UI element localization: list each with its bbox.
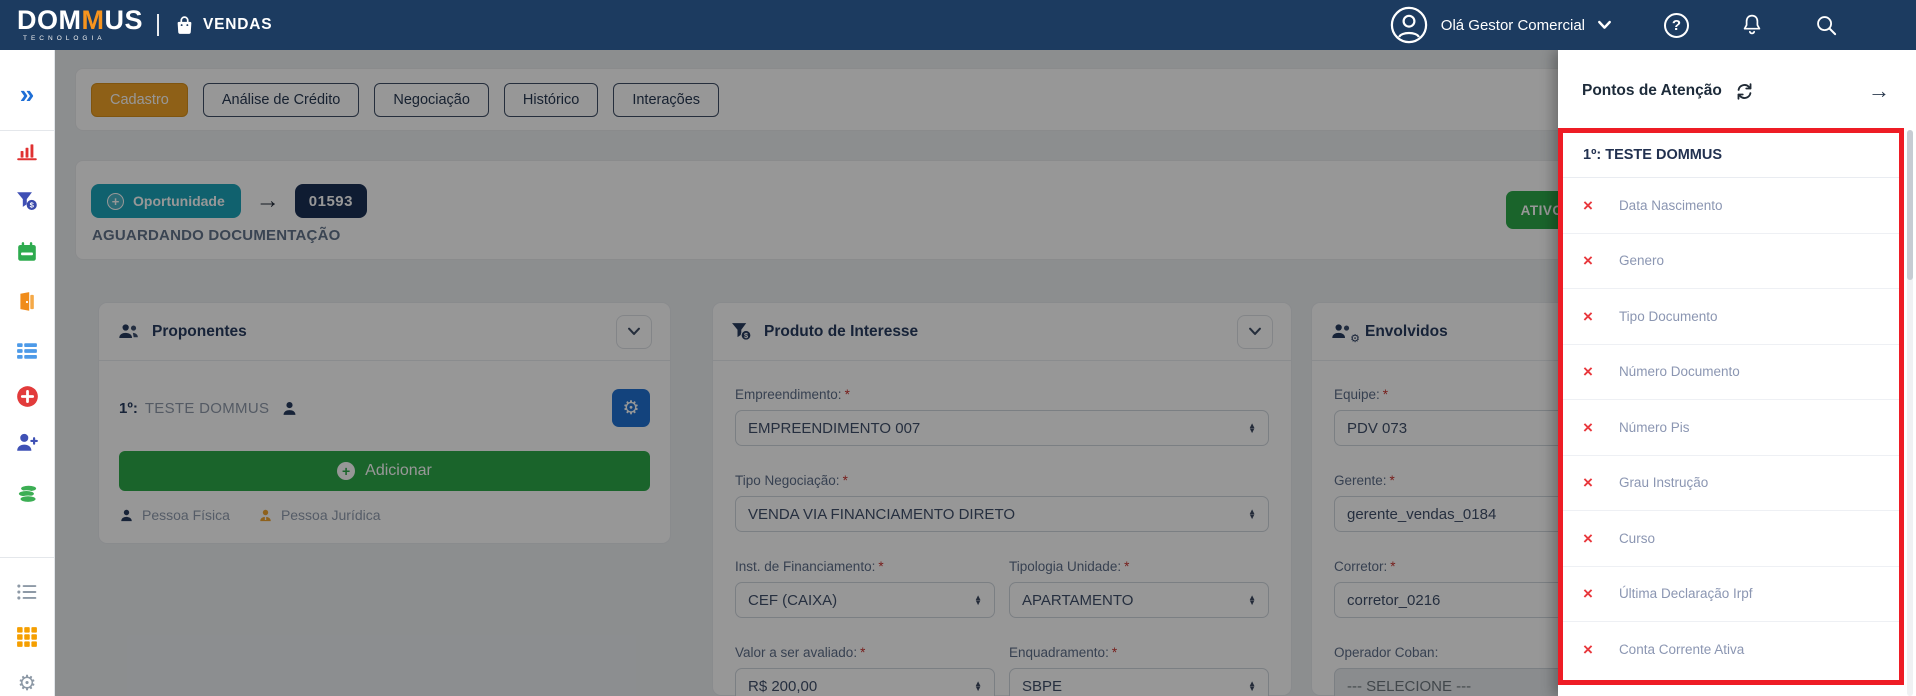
plus-circle-icon [16, 386, 38, 407]
x-mark-icon: × [1583, 640, 1593, 660]
top-navbar: DOMMUS TECNOLOGIA VENDAS Olá Gestor Come… [0, 0, 1916, 50]
sidebar-item-tabela[interactable] [14, 341, 40, 362]
person-add-icon [17, 433, 38, 451]
logo-do: DO [17, 5, 59, 36]
x-mark-icon: × [1583, 251, 1593, 271]
attention-item-grau-instrucao[interactable]: × Grau Instrução [1563, 456, 1899, 511]
sidebar-item-financeiro[interactable] [14, 483, 40, 505]
sidebar-divider [0, 130, 54, 131]
navbar-separator [157, 14, 160, 36]
dommus-logo[interactable]: DOMMUS TECNOLOGIA [17, 7, 143, 43]
backdrop-overlay[interactable] [55, 50, 1558, 696]
sidebar-divider [0, 557, 54, 558]
sidebar-item-funil[interactable]: $ [14, 190, 40, 212]
x-mark-icon: × [1583, 417, 1593, 437]
app-frame: DOMMUS TECNOLOGIA VENDAS Olá Gestor Come… [0, 0, 1916, 696]
x-mark-icon: × [1583, 584, 1593, 604]
bag-icon [175, 15, 194, 35]
attention-panel: Pontos de Atenção → 1º: TESTE DOMMUS × D… [1558, 50, 1916, 696]
grid-icon [17, 627, 37, 647]
sidebar-item-portal[interactable] [14, 291, 40, 313]
attention-item-numero-pis[interactable]: × Número Pis [1563, 400, 1899, 456]
sidebar-item-novo[interactable] [14, 385, 40, 408]
sidebar-item-dashboard[interactable] [14, 140, 40, 162]
table-icon [17, 343, 37, 360]
list-icon [17, 584, 37, 600]
help-icon[interactable]: ? [1664, 12, 1689, 38]
x-mark-icon: × [1583, 528, 1593, 548]
calendar-icon [18, 242, 36, 261]
attention-item-data-nascimento[interactable]: × Data Nascimento [1563, 178, 1899, 234]
app-title-label: VENDAS [203, 16, 273, 33]
chevron-down-icon[interactable] [1597, 19, 1612, 31]
attention-item-ultima-declaracao-irpf[interactable]: × Última Declaração Irpf [1563, 567, 1899, 622]
logo-subtitle: TECNOLOGIA [23, 35, 106, 43]
refresh-icon[interactable] [1735, 82, 1754, 101]
door-icon [20, 292, 34, 311]
attention-item-curso[interactable]: × Curso [1563, 511, 1899, 567]
sidebar-expand-button[interactable]: » [14, 78, 40, 109]
svg-text:$: $ [30, 201, 35, 210]
logo-us: US [104, 5, 144, 36]
left-sidebar: » $ ⚙ [0, 50, 55, 696]
x-mark-icon: × [1583, 362, 1593, 382]
attention-item-genero[interactable]: × Genero [1563, 234, 1899, 289]
avatar[interactable] [1390, 6, 1428, 44]
attention-item-conta-corrente-ativa[interactable]: × Conta Corrente Ativa [1563, 622, 1899, 678]
attention-group-title: 1º: TESTE DOMMUS [1563, 133, 1899, 178]
sidebar-item-lista[interactable] [14, 582, 40, 603]
sidebar-item-novo-cliente[interactable] [14, 431, 40, 453]
logo-m1: M [58, 5, 82, 36]
attention-item-tipo-documento[interactable]: × Tipo Documento [1563, 289, 1899, 345]
sidebar-item-agenda[interactable] [14, 241, 40, 263]
user-greeting[interactable]: Olá Gestor Comercial [1441, 17, 1585, 34]
x-mark-icon: × [1583, 306, 1593, 326]
x-mark-icon: × [1583, 195, 1593, 215]
funnel-dollar-icon: $ [17, 192, 37, 210]
app-title: VENDAS [175, 15, 272, 35]
attention-item-numero-documento[interactable]: × Número Documento [1563, 345, 1899, 400]
attention-panel-header: Pontos de Atenção → [1558, 50, 1916, 102]
logo-text: DOMMUS [17, 7, 143, 34]
logo-m2: M [81, 5, 105, 36]
panel-scrollbar-thumb[interactable] [1907, 130, 1913, 280]
collapse-icon: » [19, 78, 35, 109]
navbar-right: Olá Gestor Comercial ? [1390, 6, 1838, 44]
x-mark-icon: × [1583, 473, 1593, 493]
close-panel-arrow[interactable]: → [1868, 80, 1890, 102]
gear-icon: ⚙ [17, 672, 37, 696]
sidebar-item-config[interactable]: ⚙ [14, 672, 40, 696]
bell-icon[interactable] [1741, 13, 1763, 37]
attention-panel-title: Pontos de Atenção [1582, 82, 1722, 99]
search-icon[interactable] [1815, 14, 1838, 37]
bar-chart-icon [17, 144, 37, 161]
attention-alert-box: 1º: TESTE DOMMUS × Data Nascimento × Gen… [1558, 128, 1904, 685]
sidebar-item-modulos[interactable] [14, 626, 40, 648]
coins-icon [17, 484, 37, 503]
